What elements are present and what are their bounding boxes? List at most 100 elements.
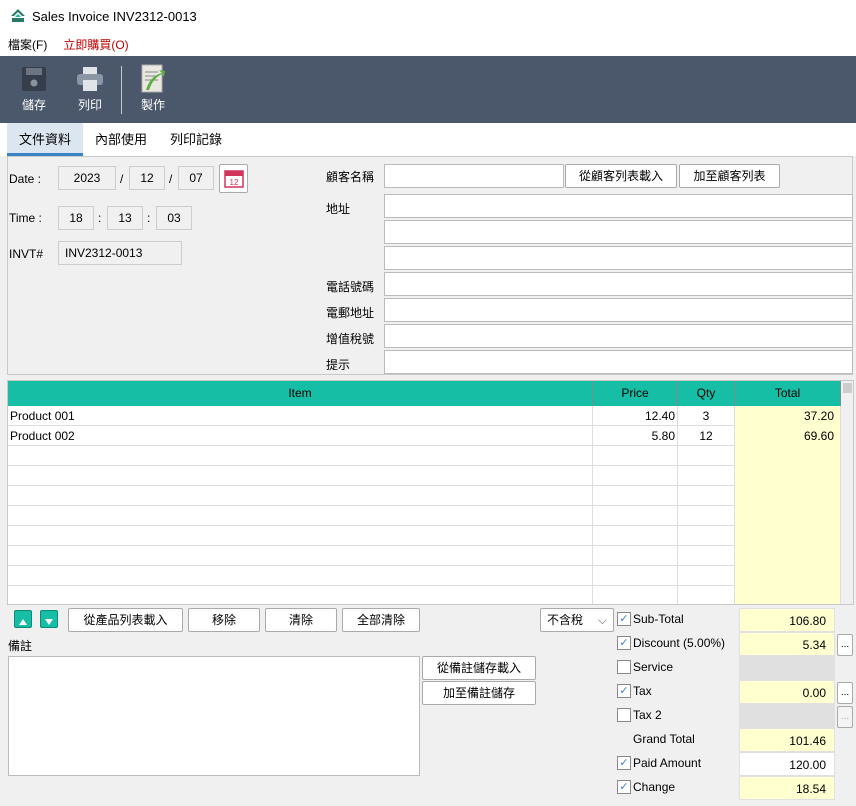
scrollbar-thumb[interactable] [843, 383, 852, 393]
vat-number-input[interactable] [384, 324, 853, 348]
customer-name-input[interactable] [384, 164, 564, 188]
cell-total[interactable] [735, 566, 841, 586]
tab-document-info[interactable]: 文件資料 [7, 123, 84, 156]
summary-checkbox[interactable] [617, 708, 631, 722]
more-options-button[interactable]: ... [837, 634, 853, 656]
tab-print-log[interactable]: 列印記錄 [158, 123, 234, 156]
cell-price[interactable] [593, 526, 678, 546]
cell-item[interactable] [8, 566, 593, 586]
load-from-product-list-button[interactable]: 從產品列表載入 [68, 608, 183, 632]
more-options-button[interactable]: ... [837, 682, 853, 704]
email-input[interactable] [384, 298, 853, 322]
cell-price[interactable] [593, 546, 678, 566]
tax-mode-select[interactable]: 不含稅 ⌵ [540, 608, 614, 632]
menu-buy-now[interactable]: 立即購買(O) [55, 36, 136, 53]
cell-total[interactable]: 37.20 [735, 406, 841, 426]
cell-total[interactable] [735, 486, 841, 506]
time-minute-field[interactable]: 13 [107, 206, 143, 230]
cell-price[interactable] [593, 566, 678, 586]
summary-value[interactable]: 18.54 [739, 776, 835, 800]
summary-value[interactable] [739, 656, 835, 680]
column-header-qty[interactable]: Qty [678, 381, 735, 406]
column-header-price[interactable]: Price [593, 381, 678, 406]
summary-checkbox[interactable]: ✓ [617, 612, 631, 626]
cell-qty[interactable] [678, 446, 735, 466]
cell-price[interactable] [593, 446, 678, 466]
cell-qty[interactable] [678, 526, 735, 546]
table-row[interactable] [8, 446, 841, 466]
date-day-field[interactable]: 07 [178, 166, 214, 190]
tab-internal-use[interactable]: 內部使用 [83, 123, 159, 156]
time-second-field[interactable]: 03 [156, 206, 192, 230]
summary-value[interactable] [739, 704, 835, 728]
cell-qty[interactable] [678, 506, 735, 526]
hint-input[interactable] [384, 350, 853, 374]
summary-value[interactable]: 120.00 [739, 752, 835, 776]
summary-value[interactable]: 101.46 [739, 728, 835, 752]
cell-item[interactable]: Product 002 [8, 426, 593, 446]
cell-price[interactable] [593, 486, 678, 506]
column-header-total[interactable]: Total [735, 381, 841, 406]
cell-qty[interactable] [678, 566, 735, 586]
cell-total[interactable] [735, 546, 841, 566]
column-header-item[interactable]: Item [8, 381, 593, 406]
cell-total[interactable] [735, 506, 841, 526]
more-options-button[interactable]: ... [837, 706, 853, 728]
cell-item[interactable] [8, 486, 593, 506]
address-line-1-input[interactable] [384, 194, 853, 218]
load-from-notes-store-button[interactable]: 從備註儲存載入 [422, 656, 536, 680]
date-year-field[interactable]: 2023 [58, 166, 116, 190]
cell-price[interactable] [593, 586, 678, 604]
cell-qty[interactable] [678, 586, 735, 604]
grid-scrollbar[interactable] [841, 381, 853, 604]
table-row[interactable] [8, 466, 841, 486]
make-button[interactable]: 製作 [128, 62, 178, 113]
invt-field[interactable]: INV2312-0013 [58, 241, 182, 265]
table-row[interactable]: Product 002 5.80 12 69.60 [8, 426, 841, 446]
cell-qty[interactable] [678, 486, 735, 506]
summary-checkbox[interactable]: ✓ [617, 636, 631, 650]
move-down-button[interactable] [40, 610, 58, 628]
cell-price[interactable] [593, 466, 678, 486]
cell-total[interactable] [735, 526, 841, 546]
time-hour-field[interactable]: 18 [58, 206, 94, 230]
cell-price[interactable]: 12.40 [593, 406, 678, 426]
print-button[interactable]: 列印 [65, 62, 115, 113]
cell-total[interactable]: 69.60 [735, 426, 841, 446]
cell-price[interactable]: 5.80 [593, 426, 678, 446]
summary-checkbox[interactable]: ✓ [617, 780, 631, 794]
summary-checkbox[interactable]: ✓ [617, 684, 631, 698]
cell-qty[interactable] [678, 546, 735, 566]
table-row[interactable]: Product 001 12.40 3 37.20 [8, 406, 841, 426]
table-row[interactable] [8, 486, 841, 506]
cell-price[interactable] [593, 506, 678, 526]
address-line-2-input[interactable] [384, 220, 853, 244]
summary-value[interactable]: 5.34 [739, 632, 835, 656]
cell-item[interactable] [8, 446, 593, 466]
cell-item[interactable] [8, 586, 593, 604]
load-from-customer-list-button[interactable]: 從顧客列表載入 [565, 164, 677, 188]
save-to-notes-store-button[interactable]: 加至備註儲存 [422, 681, 536, 705]
clear-button[interactable]: 清除 [265, 608, 337, 632]
cell-qty[interactable] [678, 466, 735, 486]
cell-qty[interactable]: 3 [678, 406, 735, 426]
cell-item[interactable] [8, 466, 593, 486]
date-month-field[interactable]: 12 [129, 166, 165, 190]
remove-button[interactable]: 移除 [188, 608, 260, 632]
table-row[interactable] [8, 566, 841, 586]
cell-total[interactable] [735, 586, 841, 604]
table-row[interactable] [8, 546, 841, 566]
cell-item[interactable] [8, 506, 593, 526]
cell-total[interactable] [735, 466, 841, 486]
notes-textarea[interactable] [8, 656, 420, 776]
add-to-customer-list-button[interactable]: 加至顧客列表 [679, 164, 780, 188]
address-line-3-input[interactable] [384, 246, 853, 270]
calendar-button[interactable]: 12 [219, 164, 248, 193]
table-row[interactable] [8, 526, 841, 546]
summary-checkbox[interactable] [617, 660, 631, 674]
cell-item[interactable] [8, 526, 593, 546]
phone-input[interactable] [384, 272, 853, 296]
clear-all-button[interactable]: 全部清除 [342, 608, 420, 632]
cell-total[interactable] [735, 446, 841, 466]
summary-value[interactable]: 0.00 [739, 680, 835, 704]
